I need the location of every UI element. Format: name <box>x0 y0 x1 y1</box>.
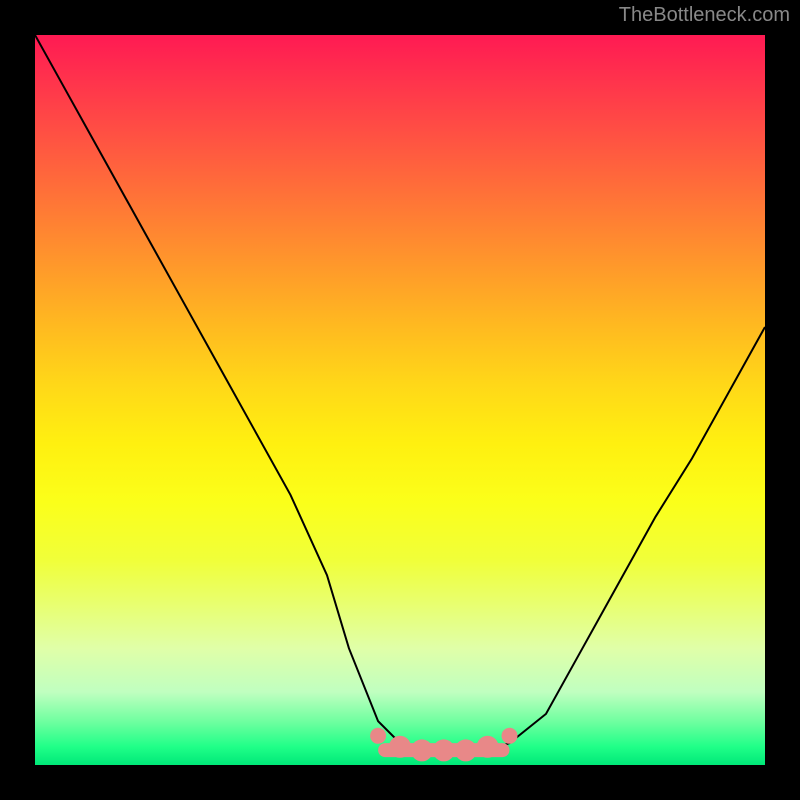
highlight-marker <box>389 736 411 758</box>
bottleneck-chart <box>35 35 765 765</box>
bottleneck-curve-line <box>35 35 765 750</box>
highlight-marker <box>455 739 477 761</box>
highlight-marker <box>411 739 433 761</box>
highlight-marker <box>502 728 518 744</box>
highlight-marker <box>433 739 455 761</box>
highlight-marker <box>477 736 499 758</box>
watermark-text: TheBottleneck.com <box>619 4 790 27</box>
highlight-markers <box>370 728 517 762</box>
highlight-marker <box>370 728 386 744</box>
chart-plot-area <box>35 35 765 765</box>
